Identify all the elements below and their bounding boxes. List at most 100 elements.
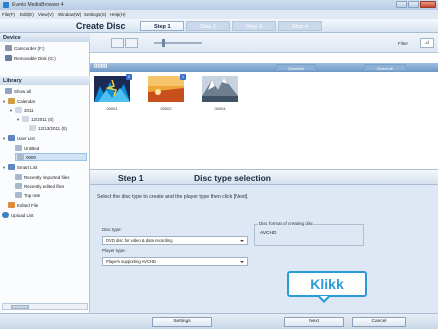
sidebar-item-year[interactable]: 2011: [15, 107, 34, 113]
expand-arrow-icon[interactable]: ▼: [9, 108, 13, 113]
minimize-button[interactable]: [396, 1, 407, 8]
calendar-icon: [29, 125, 36, 131]
settings-button[interactable]: Settings: [152, 317, 212, 327]
upload-icon: [2, 212, 9, 218]
sidebar: Device Camcorder (F:) Removable Disk (G:…: [0, 33, 90, 313]
step-tabs: Step 1 Step 2 Step 3 Step 4: [140, 21, 324, 31]
menu-file[interactable]: File(F): [2, 12, 15, 17]
thumbnail-caption: 00002: [160, 106, 172, 111]
group-name: 0000: [94, 64, 108, 70]
thumbnail-caption: 00001: [106, 106, 118, 111]
thumbnail-image: [202, 76, 238, 102]
thumbnail-caption: 00004: [214, 106, 226, 111]
window-title: Everio MediaBrowser 4: [12, 2, 64, 8]
player-type-label: Player type:: [102, 248, 126, 253]
menu-bar: File(F) Edit(E) View(V) Window(W) Settin…: [0, 10, 438, 19]
sidebar-item-smart-list[interactable]: Smart List: [8, 164, 37, 170]
camcorder-icon: [5, 45, 12, 51]
user-list-icon: [8, 135, 15, 141]
sidebar-item-user-list[interactable]: User List: [8, 135, 35, 141]
thumbnail-image: [94, 76, 130, 102]
sidebar-item-day[interactable]: 12/13/2011 (0): [29, 125, 67, 131]
callout-pointer-inner: [320, 296, 328, 300]
thumbnail-item[interactable]: 1 00001: [94, 74, 132, 111]
filter-label: Filter: [398, 41, 408, 46]
step-panel: Step 1 Disc type selection Select the di…: [90, 169, 438, 313]
sidebar-item-recently-imported[interactable]: Recently imported files: [15, 174, 89, 180]
disc-type-label: Disc type:: [102, 227, 122, 232]
device-heading: Device: [0, 33, 90, 42]
step-panel-header: Step 1 Disc type selection: [90, 170, 438, 185]
scrollbar-thumb[interactable]: [11, 305, 29, 309]
calendar-icon: [22, 116, 29, 122]
step-panel-step: Step 1: [118, 173, 144, 183]
sidebar-horizontal-scrollbar[interactable]: [2, 303, 88, 310]
sidebar-item-untitled[interactable]: Untitled: [15, 145, 39, 151]
sidebar-item-upload-list[interactable]: Upload List: [2, 212, 34, 218]
disc-type-select[interactable]: DVD disc for video & data recording: [102, 236, 248, 245]
menu-edit[interactable]: Edit(E): [20, 12, 34, 17]
library-heading: Library: [0, 76, 90, 85]
step-instruction: Select the disc type to create and the p…: [97, 194, 249, 200]
thumbnail-item[interactable]: 00004: [202, 76, 238, 111]
deselect-button[interactable]: Deselect: [276, 64, 316, 71]
sidebar-item-top-rate[interactable]: Top rate: [15, 192, 40, 198]
page-header: Create Disc Step 1 Step 2 Step 3 Step 4: [0, 19, 438, 33]
cancel-button[interactable]: Cancel: [352, 317, 406, 327]
select-all-button[interactable]: Select all: [364, 64, 406, 71]
list-icon: [15, 174, 22, 180]
group-header-bar: 0000 Deselect Select all: [90, 63, 438, 72]
footer-bar: Settings Next Cancel: [0, 313, 438, 329]
sidebar-item-removable-disk[interactable]: Removable Disk (G:): [5, 55, 56, 61]
step-3-tab: Step 3: [232, 21, 276, 31]
sidebar-item-camcorder[interactable]: Camcorder (F:): [5, 45, 45, 51]
disc-format-label: Disc format of creating disc: [258, 221, 315, 226]
expand-arrow-icon[interactable]: ▼: [2, 136, 6, 141]
page-title: Create Disc: [76, 21, 126, 31]
calendar-icon: [8, 98, 15, 104]
step-4-tab: Step 4: [278, 21, 322, 31]
callout-bubble: Klikk: [287, 271, 367, 297]
sidebar-item-month[interactable]: 12/2011 (0): [22, 116, 54, 122]
list-view-button[interactable]: [125, 38, 138, 48]
thumbnail-item[interactable]: 1 00002: [148, 74, 186, 111]
expand-arrow-icon[interactable]: ▼: [2, 99, 6, 104]
selection-badge: 1: [180, 74, 186, 80]
sidebar-item-recently-edited[interactable]: Recently edited files: [15, 183, 64, 189]
thumbnail-view-button[interactable]: [111, 38, 124, 48]
expand-arrow-icon[interactable]: ▼: [2, 165, 6, 170]
close-button[interactable]: [420, 1, 436, 8]
step-panel-heading: Disc type selection: [194, 173, 272, 183]
sidebar-item-edited-file[interactable]: Edited File: [8, 202, 38, 208]
view-toolbar: Filter ⊿: [90, 33, 438, 53]
menu-view[interactable]: View(V): [38, 12, 54, 17]
list-icon: [15, 145, 22, 151]
list-icon: [17, 154, 24, 160]
expand-arrow-icon[interactable]: ▼: [16, 117, 20, 122]
sidebar-item-show-all[interactable]: Show all: [5, 88, 31, 94]
thumbnail-image: [148, 76, 184, 102]
calendar-icon: [15, 107, 22, 113]
step-1-tab: Step 1: [140, 21, 184, 31]
app-icon: [3, 2, 9, 8]
zoom-slider-thumb[interactable]: [162, 39, 165, 47]
menu-window[interactable]: Window(W): [58, 12, 81, 17]
title-bar: Everio MediaBrowser 4: [0, 0, 438, 10]
player-type-select[interactable]: Players supporting AVCHD: [102, 257, 248, 266]
sidebar-item-calendar[interactable]: Calendar: [8, 98, 35, 104]
media-browser-area: 0000 Deselect Select all 1 00001 1 00002: [90, 53, 438, 169]
menu-help[interactable]: Help(H): [110, 12, 126, 17]
disk-icon: [5, 55, 12, 61]
smart-list-icon: [8, 164, 15, 170]
menu-settings[interactable]: Settings(S): [84, 12, 106, 17]
list-icon: [15, 183, 22, 189]
list-icon: [15, 192, 22, 198]
sidebar-item-0000[interactable]: 0000: [17, 154, 36, 160]
edit-icon: [8, 202, 15, 208]
show-all-icon: [5, 88, 12, 94]
step-2-tab: Step 2: [186, 21, 230, 31]
filter-dropdown-button[interactable]: ⊿: [420, 38, 434, 48]
disc-format-value: AVCHD: [260, 231, 277, 236]
next-button[interactable]: Next: [284, 317, 344, 327]
maximize-button[interactable]: [408, 1, 419, 8]
